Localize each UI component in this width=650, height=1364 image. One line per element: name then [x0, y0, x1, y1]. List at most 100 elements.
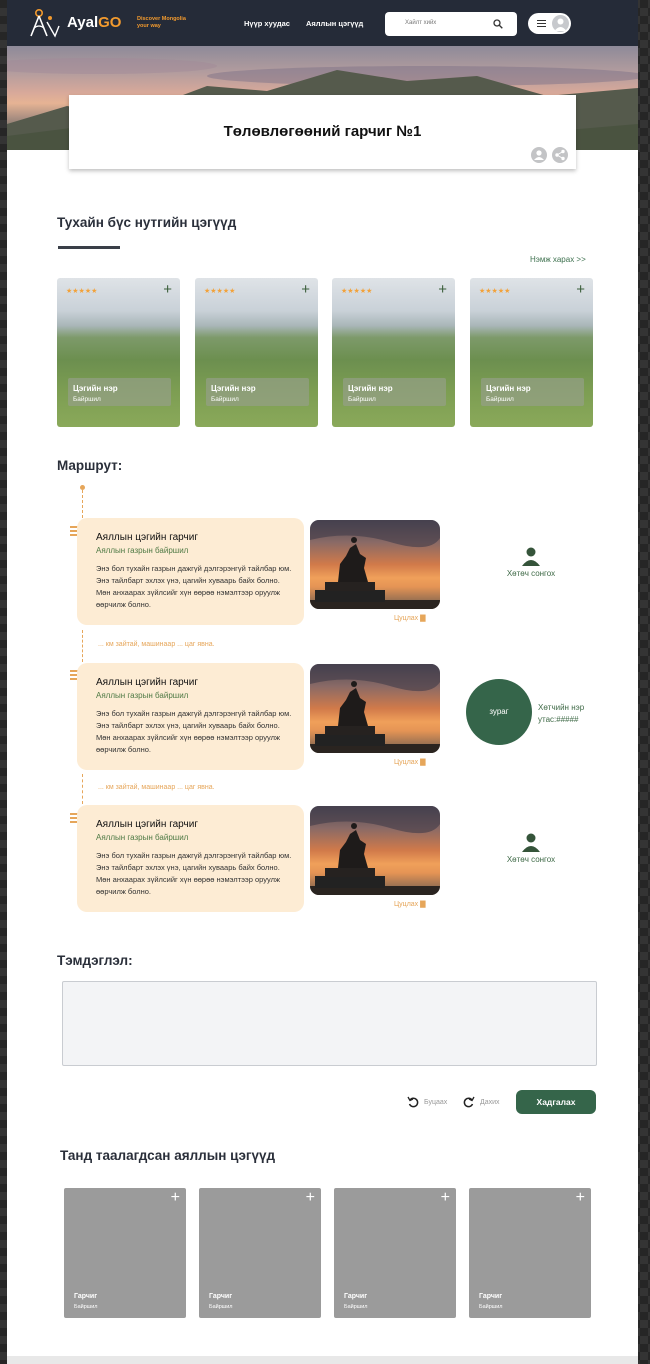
save-button[interactable]: Хадгалах — [516, 1090, 596, 1114]
add-icon[interactable]: + — [438, 281, 447, 298]
place-name: Цэгийн нэр — [73, 384, 118, 393]
trash-icon: ▇ — [420, 759, 426, 766]
stop-description: Энэ бол тухайн газрын дажгүй дэлгэрэнгүй… — [96, 564, 292, 609]
guide-photo[interactable]: зураг — [466, 679, 532, 745]
page: AyalGO Discover Mongolia your way Нүүр х… — [7, 0, 638, 1364]
search-input[interactable]: Хайлт хийх — [405, 20, 436, 26]
plan-title-card: Төлөвлөгөөний гарчиг №1 — [69, 95, 576, 169]
liked-place-card[interactable]: + Гарчиг Байршил — [64, 1188, 186, 1318]
route-connector — [82, 490, 83, 518]
liked-place-location: Байршил — [74, 1304, 98, 1310]
top-nav: AyalGO Discover Mongolia your way Нүүр х… — [7, 0, 638, 46]
stop-image — [310, 806, 440, 895]
stop-description: Энэ бол тухайн газрын дажгүй дэлгэрэнгүй… — [96, 709, 292, 754]
guide-avatar-icon[interactable] — [521, 832, 541, 852]
page-footer-edge — [7, 1356, 638, 1364]
delete-stop-button[interactable]: Цуцлах ▇ — [394, 614, 426, 622]
stop-location: Аяллын газрын байршил — [96, 833, 189, 842]
brand-name[interactable]: AyalGO — [67, 14, 121, 31]
place-card[interactable]: ★★★★★ + Цэгийн нэр Байршил — [57, 278, 180, 427]
route-stop-card[interactable]: Аяллын цэгийн гарчиг Аяллын газрын байрш… — [77, 518, 304, 625]
stop-title: Аяллын цэгийн гарчиг — [96, 677, 198, 688]
add-icon[interactable]: + — [576, 281, 585, 298]
liked-place-name: Гарчиг — [479, 1293, 503, 1300]
profile-icon[interactable] — [531, 147, 547, 163]
route-connector — [82, 630, 83, 662]
redo-icon[interactable] — [463, 1096, 475, 1108]
liked-place-name: Гарчиг — [209, 1293, 233, 1300]
guide-avatar-icon[interactable] — [521, 546, 541, 566]
nav-home[interactable]: Нүүр хуудас — [244, 19, 290, 28]
heading-underline — [58, 246, 120, 249]
guide-info: Хөтчийн нэр утас:##### — [538, 702, 584, 726]
liked-place-card[interactable]: + Гарчиг Байршил — [334, 1188, 456, 1318]
liked-place-location: Байршил — [209, 1304, 233, 1310]
guide-phone: утас:##### — [538, 715, 579, 724]
liked-place-card[interactable]: + Гарчиг Байршил — [199, 1188, 321, 1318]
place-location: Байршил — [73, 396, 101, 403]
guide-name: Хөтчийн нэр — [538, 703, 585, 712]
liked-heading: Танд таалагдсан аяллын цэгүүд — [60, 1148, 276, 1163]
liked-place-name: Гарчиг — [344, 1293, 368, 1300]
brand-tagline: Discover Mongolia your way — [137, 16, 186, 29]
place-name: Цэгийн нэр — [486, 384, 531, 393]
stop-location: Аяллын газрын байршил — [96, 691, 189, 700]
rating-stars: ★★★★★ — [479, 288, 511, 295]
hamburger-icon[interactable] — [537, 20, 546, 27]
stop-title: Аяллын цэгийн гарчиг — [96, 532, 198, 543]
plan-title[interactable]: Төлөвлөгөөний гарчиг №1 — [69, 123, 576, 140]
route-stop-card[interactable]: Аяллын цэгийн гарчиг Аяллын газрын байрш… — [77, 805, 304, 912]
rating-stars: ★★★★★ — [341, 288, 373, 295]
redo-button[interactable]: Дахих — [480, 1099, 500, 1106]
liked-place-card[interactable]: + Гарчиг Байршил — [469, 1188, 591, 1318]
stop-location: Аяллын газрын байршил — [96, 546, 189, 555]
undo-icon[interactable] — [407, 1096, 419, 1108]
travel-note: ... км зайтай, машинаар ... цаг явна. — [98, 784, 215, 791]
rating-stars: ★★★★★ — [204, 288, 236, 295]
route-connector — [82, 774, 83, 804]
rating-stars: ★★★★★ — [66, 288, 98, 295]
delete-stop-button[interactable]: Цуцлах ▇ — [394, 758, 426, 766]
trash-icon: ▇ — [420, 615, 426, 622]
share-icon[interactable] — [552, 147, 568, 163]
avatar[interactable] — [552, 15, 569, 32]
add-icon[interactable]: + — [171, 1189, 180, 1207]
liked-place-name: Гарчиг — [74, 1293, 98, 1300]
add-icon[interactable]: + — [301, 281, 310, 298]
add-icon[interactable]: + — [306, 1189, 315, 1207]
choose-guide-button[interactable]: Хөтөч сонгох — [495, 855, 567, 864]
add-icon[interactable]: + — [163, 281, 172, 298]
delete-stop-button[interactable]: Цуцлах ▇ — [394, 900, 426, 908]
place-location: Байршил — [211, 396, 239, 403]
add-icon[interactable]: + — [576, 1189, 585, 1207]
places-heading: Тухайн бүс нутгийн цэгүүд — [57, 215, 237, 230]
add-icon[interactable]: + — [441, 1189, 450, 1207]
choose-guide-button[interactable]: Хөтөч сонгох — [495, 569, 567, 578]
nav-places[interactable]: Аяллын цэгүүд — [306, 19, 363, 28]
stop-title: Аяллын цэгийн гарчиг — [96, 819, 198, 830]
place-name: Цэгийн нэр — [348, 384, 393, 393]
user-menu-button[interactable] — [528, 13, 571, 34]
liked-place-location: Байршил — [344, 1304, 368, 1310]
route-heading: Маршрут: — [57, 458, 123, 473]
stop-image — [310, 664, 440, 753]
notes-textarea[interactable] — [62, 981, 597, 1066]
see-more-link[interactable]: Нэмж харах >> — [530, 255, 586, 264]
place-card[interactable]: ★★★★★ + Цэгийн нэр Байршил — [195, 278, 318, 427]
stop-image — [310, 520, 440, 609]
route-stop-card[interactable]: Аяллын цэгийн гарчиг Аяллын газрын байрш… — [77, 663, 304, 770]
place-card[interactable]: ★★★★★ + Цэгийн нэр Байршил — [332, 278, 455, 427]
place-card[interactable]: ★★★★★ + Цэгийн нэр Байршил — [470, 278, 593, 427]
search-icon[interactable] — [493, 19, 503, 29]
place-location: Байршил — [486, 396, 514, 403]
undo-button[interactable]: Буцаах — [424, 1099, 447, 1106]
stop-description: Энэ бол тухайн газрын дажгүй дэлгэрэнгүй… — [96, 851, 292, 896]
compass-logo-icon — [30, 8, 60, 38]
place-name: Цэгийн нэр — [211, 384, 256, 393]
place-location: Байршил — [348, 396, 376, 403]
trash-icon: ▇ — [420, 901, 426, 908]
search-box[interactable]: Хайлт хийх — [385, 12, 517, 36]
liked-place-location: Байршил — [479, 1304, 503, 1310]
travel-note: ... км зайтай, машинаар ... цаг явна. — [98, 641, 215, 648]
notes-heading: Тэмдэглэл: — [57, 953, 133, 968]
